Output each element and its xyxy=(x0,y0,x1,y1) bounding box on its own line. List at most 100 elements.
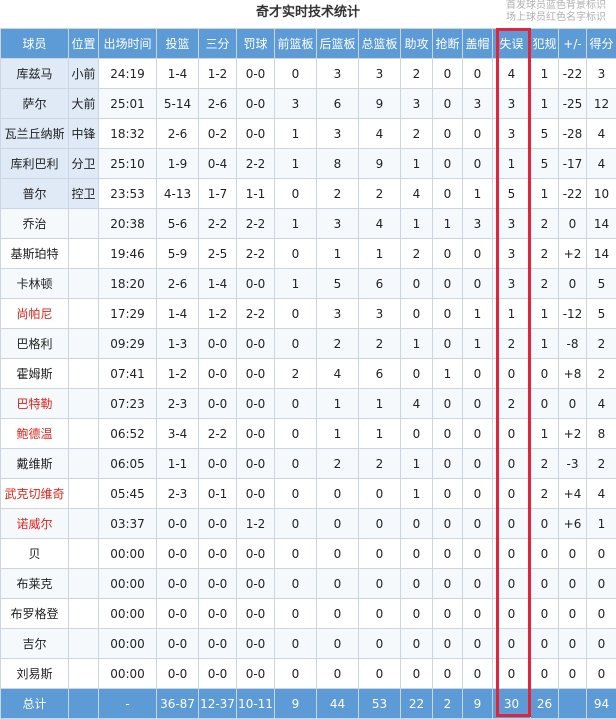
cell-points: 4 xyxy=(587,119,616,149)
cell-minutes: 07:23 xyxy=(99,389,157,419)
cell-fg: 0-0 xyxy=(157,599,199,629)
cell-fouls: 1 xyxy=(531,419,559,449)
cell-def-reb: 0 xyxy=(317,509,359,539)
cell-player: 霍姆斯 xyxy=(1,359,69,389)
cell-fg: 1-1 xyxy=(157,449,199,479)
cell-minutes: 25:10 xyxy=(99,149,157,179)
cell-three-pt: 0-0 xyxy=(199,329,237,359)
cell-blocks: 0 xyxy=(463,59,493,89)
cell-points: 3 xyxy=(587,59,616,89)
cell-total-reb: 2 xyxy=(359,329,401,359)
cell-off-reb: 0 xyxy=(275,599,317,629)
cell-plus-minus: -22 xyxy=(559,59,587,89)
cell-position xyxy=(69,509,99,539)
cell-steals: 1 xyxy=(433,359,463,389)
cell-off-reb: 0 xyxy=(275,569,317,599)
cell-ft: 0-0 xyxy=(237,599,275,629)
column-header-def-reb: 后篮板 xyxy=(317,29,359,59)
cell-points: 2 xyxy=(587,329,616,359)
cell-plus-minus: 0 xyxy=(559,539,587,569)
cell-off-reb: 0 xyxy=(275,509,317,539)
cell-fouls: 1 xyxy=(531,299,559,329)
cell-ft: 2-2 xyxy=(237,239,275,269)
cell-three-pt: 1-2 xyxy=(199,59,237,89)
cell-player: 刘易斯 xyxy=(1,659,69,689)
cell-player: 卡林顿 xyxy=(1,269,69,299)
cell-fg: 0-0 xyxy=(157,629,199,659)
cell-fouls: 2 xyxy=(531,449,559,479)
table-row: 库兹马小前24:191-41-20-003320041-223 xyxy=(1,59,616,89)
cell-assists: 0 xyxy=(401,599,433,629)
cell-turnovers: 4 xyxy=(493,59,531,89)
cell-off-reb: 0 xyxy=(275,239,317,269)
cell-three-pt: 0-0 xyxy=(199,389,237,419)
cell-blocks: 3 xyxy=(463,89,493,119)
cell-steals: 0 xyxy=(433,149,463,179)
cell-player: 库利巴利 xyxy=(1,149,69,179)
cell-off-reb: 0 xyxy=(275,299,317,329)
cell-blocks: 0 xyxy=(463,419,493,449)
cell-position: 控卫 xyxy=(69,179,99,209)
cell-fouls: 0 xyxy=(531,539,559,569)
cell-def-reb: 0 xyxy=(317,599,359,629)
cell-blocks: 0 xyxy=(463,389,493,419)
cell-def-reb: 0 xyxy=(317,659,359,689)
cell-assists: 1 xyxy=(401,209,433,239)
cell-minutes: 17:29 xyxy=(99,299,157,329)
cell-turnovers: 2 xyxy=(493,389,531,419)
cell-three-pt: 2-6 xyxy=(199,89,237,119)
cell-position xyxy=(69,659,99,689)
cell-steals: 0 xyxy=(433,179,463,209)
column-header-total-reb: 总篮板 xyxy=(359,29,401,59)
cell-def-reb: 1 xyxy=(317,239,359,269)
cell-assists: 2 xyxy=(401,239,433,269)
cell-total-reb: 6 xyxy=(359,359,401,389)
table-row: 刘易斯00:000-00-00-00000000000 xyxy=(1,659,616,689)
table-row: 霍姆斯07:411-20-00-024601000+82 xyxy=(1,359,616,389)
cell-plus-minus: +4 xyxy=(559,479,587,509)
cell-blocks: 1 xyxy=(463,299,493,329)
cell-def-reb: 6 xyxy=(317,89,359,119)
cell-steals: 0 xyxy=(433,509,463,539)
cell-assists: 1 xyxy=(401,449,433,479)
cell-off-reb: 0 xyxy=(275,389,317,419)
cell-fg: 5-9 xyxy=(157,239,199,269)
cell-total-reb: 2 xyxy=(359,449,401,479)
cell-player: 戴维斯 xyxy=(1,449,69,479)
cell-total-reb: 0 xyxy=(359,629,401,659)
cell-three-pt: 2-2 xyxy=(199,419,237,449)
table-row: 乔治20:385-62-22-213411332014 xyxy=(1,209,616,239)
cell-three-pt: 0-0 xyxy=(199,659,237,689)
cell-position xyxy=(69,239,99,269)
cell-def-reb: 0 xyxy=(317,539,359,569)
cell-three-pt: 0-0 xyxy=(199,539,237,569)
cell-minutes: 00:00 xyxy=(99,539,157,569)
cell-fg: 1-9 xyxy=(157,149,199,179)
cell-blocks: 0 xyxy=(463,509,493,539)
cell-three-pt: 0-0 xyxy=(199,449,237,479)
cell-assists: 0 xyxy=(401,509,433,539)
cell-assists: 1 xyxy=(401,329,433,359)
cell-off-reb: 0 xyxy=(275,179,317,209)
cell-three-pt: 1-2 xyxy=(199,299,237,329)
cell-blocks: 0 xyxy=(463,119,493,149)
cell-blocks: 0 xyxy=(463,539,493,569)
cell-total-reb: 0 xyxy=(359,539,401,569)
cell-fouls: 0 xyxy=(531,509,559,539)
cell-blocks: 1 xyxy=(463,329,493,359)
cell-points: 12 xyxy=(587,89,616,119)
cell-three-pt: 0-0 xyxy=(199,359,237,389)
cell-player: 武克切维奇 xyxy=(1,479,69,509)
cell-def-reb: 1 xyxy=(317,389,359,419)
table-row: 基斯珀特19:465-92-52-201120032+214 xyxy=(1,239,616,269)
legend: 首发球员蓝色背景标识 场上球员红色名字标识 xyxy=(506,0,606,24)
cell-blocks: 0 xyxy=(463,449,493,479)
cell-turnovers: 0 xyxy=(493,359,531,389)
cell-turnovers: 0 xyxy=(493,569,531,599)
cell-assists: 0 xyxy=(401,359,433,389)
cell-position: 大前 xyxy=(69,89,99,119)
cell-turnovers: 5 xyxy=(493,179,531,209)
cell-off-reb: 1 xyxy=(275,209,317,239)
cell-points: 14 xyxy=(587,239,616,269)
cell-position xyxy=(69,389,99,419)
